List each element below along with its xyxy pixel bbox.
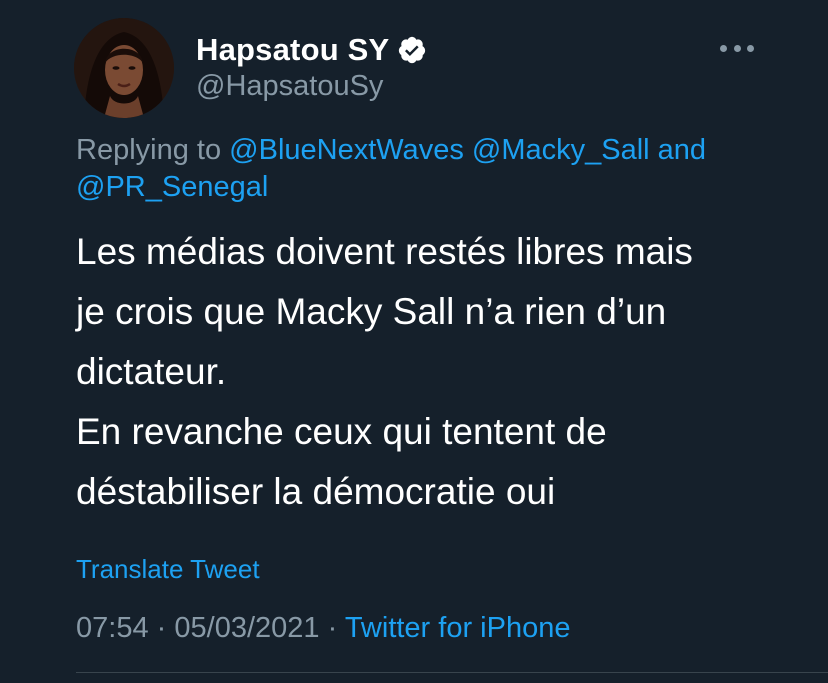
mention-conjunction[interactable]: and [658, 134, 706, 166]
tweet-date[interactable]: 05/03/2021 [174, 612, 319, 644]
mention-link[interactable]: @Macky_Sall [472, 134, 650, 166]
tweet-line: déstabiliser la démocratie oui [76, 471, 556, 512]
tweet-line: En revanche ceux qui tentent de [76, 411, 607, 452]
author-name-row: Hapsatou SY [196, 30, 427, 70]
tweet-line: dictateur. [76, 351, 227, 392]
tweet-time[interactable]: 07:54 [76, 612, 149, 644]
divider [76, 672, 828, 673]
replying-prefix: Replying to [76, 134, 222, 166]
replying-to: Replying to @BlueNextWaves @Macky_Sall a… [76, 132, 756, 206]
tweet-line: Les médias doivent restés libres mais [76, 231, 693, 272]
tweet-detail: Hapsatou SY @HapsatouSy Replying to @Blu… [0, 0, 828, 683]
author-display-name[interactable]: Hapsatou SY [196, 32, 389, 68]
mention-link[interactable]: @BlueNextWaves [229, 134, 464, 166]
meta-separator: · [156, 612, 167, 644]
tweet-text: Les médias doivent restés libres mais je… [76, 222, 776, 522]
avatar[interactable] [74, 18, 174, 118]
more-dot [720, 44, 727, 52]
more-dot [747, 44, 754, 52]
more-options-icon[interactable] [720, 36, 754, 60]
verified-badge-icon [397, 35, 427, 65]
author-handle[interactable]: @HapsatouSy [196, 70, 383, 103]
avatar-image [74, 18, 174, 118]
mention-link[interactable]: @PR_Senegal [76, 171, 268, 203]
more-dot [733, 44, 741, 52]
tweet-source-link[interactable]: Twitter for iPhone [345, 612, 571, 644]
tweet-line: je crois que Macky Sall n’a rien d’un [76, 291, 667, 332]
meta-separator: · [327, 612, 338, 644]
translate-tweet-link[interactable]: Translate Tweet [76, 554, 260, 585]
tweet-meta: 07:54 · 05/03/2021 · Twitter for iPhone [76, 612, 570, 645]
